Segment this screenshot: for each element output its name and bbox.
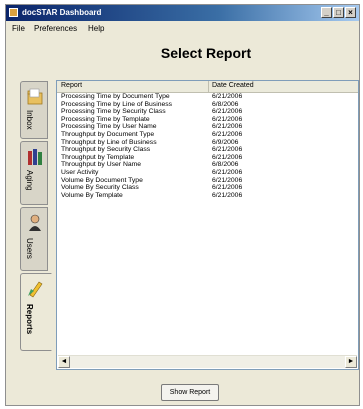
horizontal-scrollbar[interactable]: ◄ ►	[58, 355, 357, 368]
table-row[interactable]: Throughput by Security Class 6/21/2006	[57, 146, 358, 154]
date-created-cell: 6/21/2006	[212, 108, 243, 116]
table-row[interactable]: Processing Time by User Name 6/21/2006	[57, 123, 358, 131]
report-name-cell: Processing Time by Security Class	[61, 108, 166, 116]
table-row[interactable]: Volume By Template 6/21/2006	[57, 192, 358, 200]
tab-users-label: Users	[25, 238, 34, 259]
date-created-cell: 6/21/2006	[212, 153, 243, 161]
report-list[interactable]: Report Date Created Processing Time by D…	[56, 80, 359, 370]
date-created-cell: 6/21/2006	[212, 115, 243, 123]
list-header: Report Date Created	[57, 81, 358, 93]
table-row[interactable]: Processing Time by Template 6/21/2006	[57, 116, 358, 124]
report-name-cell: User Activity	[61, 168, 99, 176]
date-created-cell: 6/21/2006	[212, 123, 243, 131]
menu-file[interactable]: File	[12, 24, 25, 33]
page-title: Select Report	[160, 45, 252, 61]
table-row[interactable]: Processing Time by Security Class 6/21/20…	[57, 108, 358, 116]
tab-inbox[interactable]: Inbox	[20, 81, 48, 139]
column-header-date[interactable]: Date Created	[212, 82, 254, 89]
report-name-cell: Throughput by Template	[61, 153, 135, 161]
window-title: docSTAR Dashboard	[22, 8, 102, 17]
table-row[interactable]: Processing Time by Document Type 6/21/200…	[57, 93, 358, 101]
date-created-cell: 6/21/2006	[212, 146, 243, 154]
list-rows: Processing Time by Document Type 6/21/200…	[57, 93, 358, 199]
report-name-cell: Throughput by Document Type	[61, 130, 155, 138]
books-icon	[28, 149, 42, 165]
folder-icon	[27, 88, 43, 105]
title-bar: docSTAR Dashboard _ □ ×	[6, 5, 359, 21]
date-created-cell: 6/21/2006	[212, 176, 243, 184]
tab-reports[interactable]: Reports	[20, 273, 52, 351]
date-created-cell: 6/9/2006	[212, 138, 239, 146]
tab-aging[interactable]: Aging	[20, 141, 48, 205]
tab-aging-label: Aging	[25, 170, 34, 191]
dashboard-window: docSTAR Dashboard _ □ × File Preferences…	[5, 4, 360, 406]
pencil-icon	[28, 281, 43, 298]
report-name-cell: Throughput by Security Class	[61, 146, 151, 154]
report-name-cell: Throughput by User Name	[61, 161, 142, 169]
column-header-report[interactable]: Report	[61, 82, 82, 89]
close-button[interactable]: ×	[345, 7, 356, 18]
table-row[interactable]: Processing Time by Line of Business 6/8/2…	[57, 101, 358, 109]
date-created-cell: 6/21/2006	[212, 130, 243, 138]
maximize-button[interactable]: □	[333, 7, 344, 18]
report-name-cell: Volume By Document Type	[61, 176, 143, 184]
minimize-button[interactable]: _	[321, 7, 332, 18]
menu-preferences[interactable]: Preferences	[34, 24, 77, 33]
table-row[interactable]: User Activity 6/21/2006	[57, 169, 358, 177]
report-name-cell: Processing Time by User Name	[61, 123, 157, 131]
table-row[interactable]: Volume By Security Class 6/21/2006	[57, 184, 358, 192]
tab-reports-label: Reports	[25, 304, 34, 335]
report-name-cell: Throughput by Line of Business	[61, 138, 157, 146]
date-created-cell: 6/8/2006	[212, 161, 239, 169]
tab-inbox-label: Inbox	[25, 110, 34, 130]
table-row[interactable]: Volume By Document Type 6/21/2006	[57, 177, 358, 185]
report-name-cell: Processing Time by Template	[61, 115, 150, 123]
report-name-cell: Processing Time by Document Type	[61, 93, 170, 100]
table-row[interactable]: Throughput by User Name 6/8/2006	[57, 161, 358, 169]
date-created-cell: 6/21/2006	[212, 184, 243, 192]
report-name-cell: Volume By Template	[61, 191, 123, 199]
menu-help[interactable]: Help	[88, 24, 104, 33]
date-created-cell: 6/8/2006	[212, 100, 239, 108]
show-report-button[interactable]: Show Report	[161, 384, 219, 401]
report-name-cell: Volume By Security Class	[61, 184, 139, 192]
side-tab-strip: Inbox Aging Users Reports	[20, 81, 52, 353]
app-icon	[9, 8, 18, 17]
menu-bar: File Preferences Help	[6, 21, 359, 35]
date-created-cell: 6/21/2006	[212, 93, 243, 100]
table-row[interactable]: Throughput by Line of Business 6/9/2006	[57, 139, 358, 147]
date-created-cell: 6/21/2006	[212, 191, 243, 199]
scroll-left-button[interactable]: ◄	[58, 356, 70, 368]
scroll-right-button[interactable]: ►	[345, 356, 357, 368]
table-row[interactable]: Throughput by Document Type 6/21/2006	[57, 131, 358, 139]
table-row[interactable]: Throughput by Template 6/21/2006	[57, 154, 358, 162]
user-icon	[29, 214, 41, 231]
report-name-cell: Processing Time by Line of Business	[61, 100, 173, 108]
column-divider[interactable]	[208, 81, 209, 92]
date-created-cell: 6/21/2006	[212, 168, 243, 176]
tab-users[interactable]: Users	[20, 207, 48, 271]
